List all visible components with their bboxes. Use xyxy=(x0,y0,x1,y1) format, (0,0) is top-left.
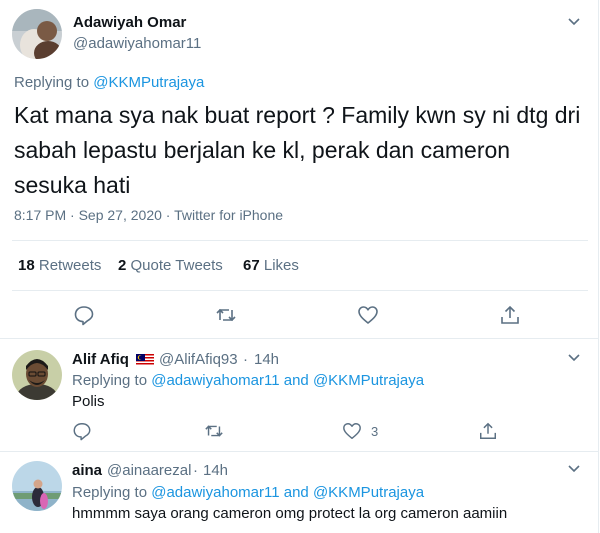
reply-replying-line: Replying to @adawiyahomar11 and @KKMPutr… xyxy=(72,372,424,389)
share-icon[interactable] xyxy=(478,421,498,441)
reply-author-handle[interactable]: @ainaarezal xyxy=(107,462,191,479)
reply-author-avatar[interactable] xyxy=(12,461,62,511)
tweet-date[interactable]: Sep 27, 2020 xyxy=(79,207,162,223)
reply-text: hmmmm saya orang cameron omg protect la … xyxy=(72,505,508,522)
reply-text: Polis xyxy=(72,393,105,410)
main-author-name[interactable]: Adawiyah Omar xyxy=(73,14,186,31)
retweets-label: Retweets xyxy=(38,257,102,274)
mention-link[interactable]: @adawiyahomar11 xyxy=(151,372,279,389)
retweets-count: 18 xyxy=(18,257,35,274)
main-tweet-text: Kat mana sya nak buat report ? Family kw… xyxy=(14,102,581,198)
reply-author-avatar[interactable] xyxy=(12,350,62,400)
reply-icon[interactable] xyxy=(72,421,92,441)
reply-author-name[interactable]: aina xyxy=(72,462,102,479)
handle-separator: · xyxy=(193,462,198,479)
reply-age[interactable]: 14h xyxy=(254,351,279,368)
reply-icon[interactable] xyxy=(73,304,95,326)
share-icon[interactable] xyxy=(499,304,521,326)
like-count: 3 xyxy=(371,424,379,439)
heart-icon[interactable] xyxy=(342,421,362,441)
replying-prefix: Replying to xyxy=(72,484,148,501)
reply-age[interactable]: 14h xyxy=(203,462,228,479)
retweets-stat[interactable]: 18 Retweets xyxy=(18,257,101,274)
quotes-stat[interactable]: 2 Quote Tweets xyxy=(118,257,223,274)
handle-separator: · xyxy=(243,351,248,368)
tweet-thread: Adawiyah Omar @adawiyahomar11 Replying t… xyxy=(0,0,599,533)
meta-separator: · xyxy=(70,207,75,223)
reply-replying-line: Replying to @adawiyahomar11 and @KKMPutr… xyxy=(72,484,424,501)
main-replying-line: Replying to @KKMPutrajaya xyxy=(14,74,204,91)
retweet-icon[interactable] xyxy=(215,304,237,326)
chevron-down-icon[interactable] xyxy=(567,464,581,474)
tweet-meta: 8:17 PM · Sep 27, 2020 · Twitter for iPh… xyxy=(14,207,283,223)
replying-prefix: Replying to xyxy=(72,372,148,389)
tweet-source[interactable]: Twitter for iPhone xyxy=(174,207,283,223)
tweet-time[interactable]: 8:17 PM xyxy=(14,207,66,223)
mention-and: and xyxy=(283,372,309,389)
reply-author-handle[interactable]: @AlifAfiq93 xyxy=(159,351,238,368)
quotes-count: 2 xyxy=(118,257,127,274)
mention-link[interactable]: @KKMPutrajaya xyxy=(93,74,204,91)
main-author-avatar[interactable] xyxy=(12,9,62,59)
chevron-down-icon[interactable] xyxy=(567,17,581,27)
chevron-down-icon[interactable] xyxy=(567,353,581,363)
heart-icon[interactable] xyxy=(357,304,379,326)
meta-separator: · xyxy=(165,207,171,223)
replying-prefix: Replying to xyxy=(14,74,90,91)
likes-label: Likes xyxy=(263,257,299,274)
divider xyxy=(12,240,588,241)
retweet-icon[interactable] xyxy=(204,421,224,441)
divider xyxy=(0,338,598,339)
malaysia-flag-icon xyxy=(136,354,154,366)
reply-author-name[interactable]: Alif Afiq xyxy=(72,351,129,368)
mention-link[interactable]: @KKMPutrajaya xyxy=(313,484,424,501)
main-author-handle[interactable]: @adawiyahomar11 xyxy=(73,35,201,52)
mention-and: and xyxy=(283,484,309,501)
divider xyxy=(12,290,588,291)
mention-link[interactable]: @KKMPutrajaya xyxy=(313,372,424,389)
divider xyxy=(0,451,598,452)
quotes-label: Quote Tweets xyxy=(130,257,223,274)
mention-link[interactable]: @adawiyahomar11 xyxy=(151,484,279,501)
likes-count: 67 xyxy=(243,257,260,274)
likes-stat[interactable]: 67 Likes xyxy=(243,257,299,274)
